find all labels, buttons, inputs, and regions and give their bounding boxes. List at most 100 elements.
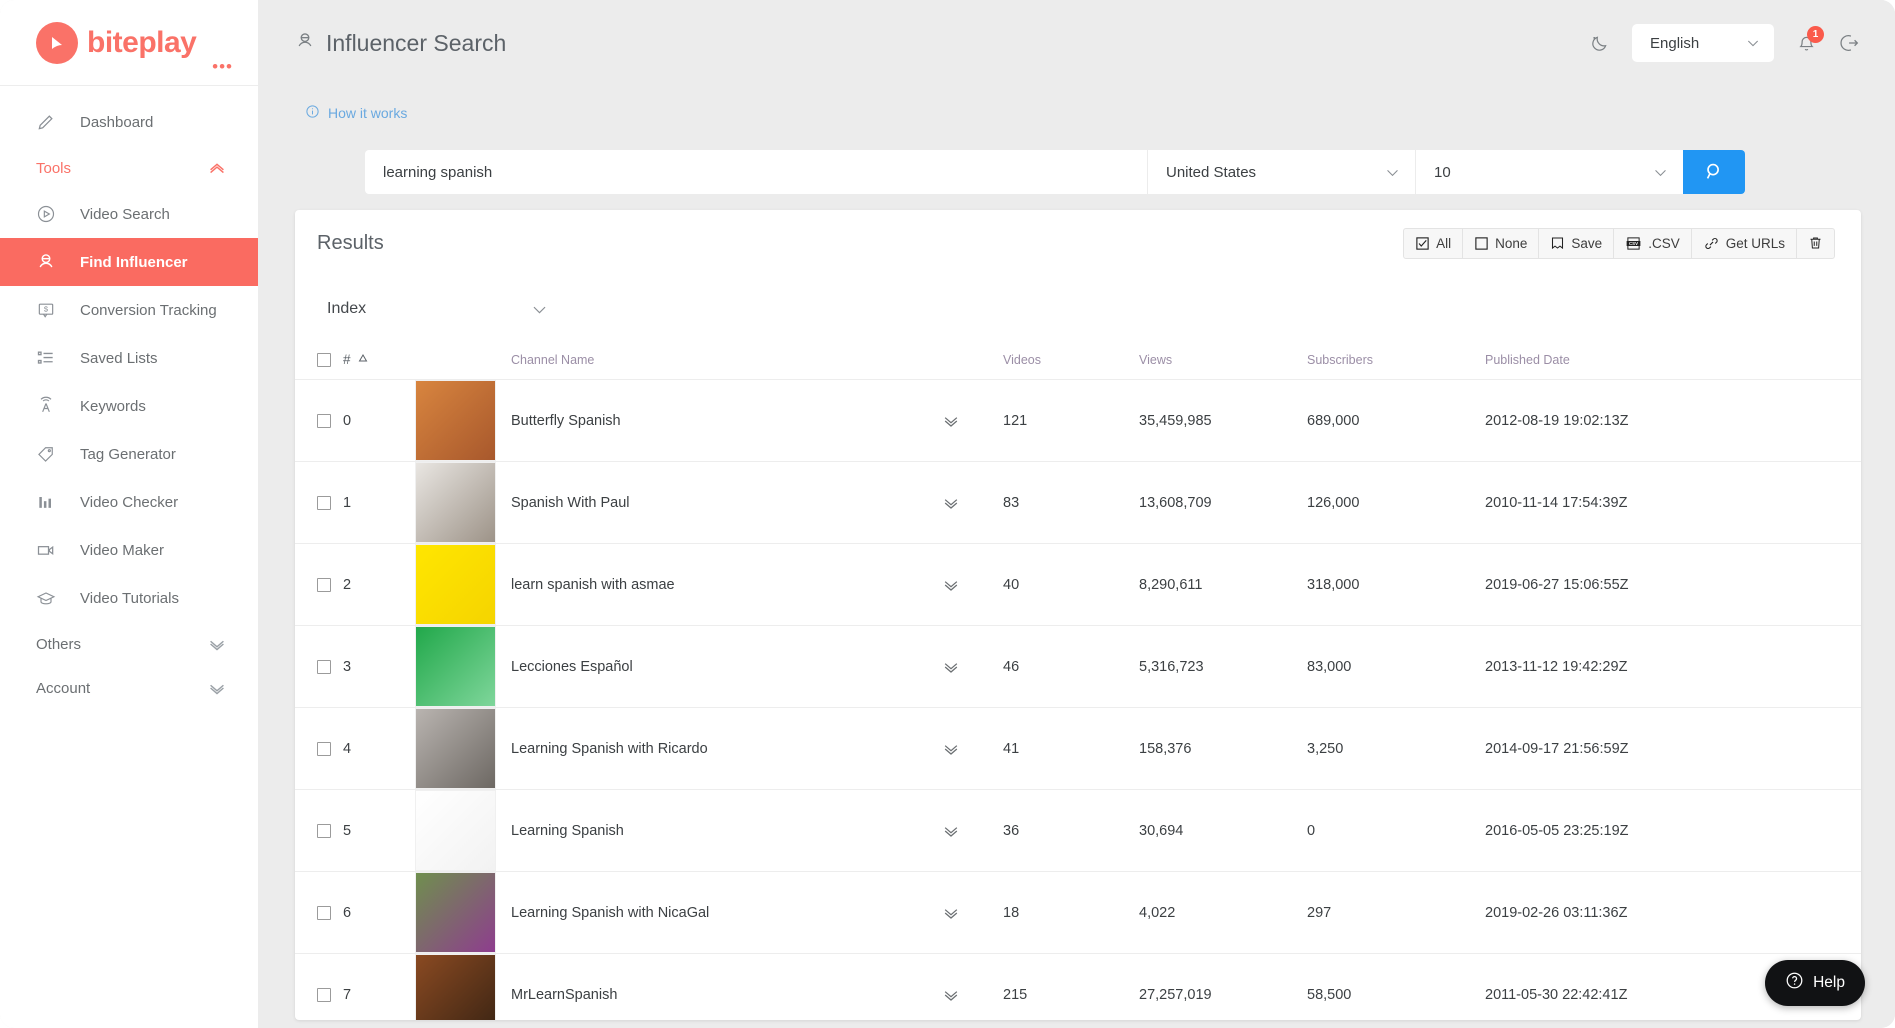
col-subscribers[interactable]: Subscribers bbox=[1307, 342, 1485, 380]
row-published-date: 2016-05-05 23:25:19Z bbox=[1485, 790, 1861, 872]
channel-thumbnail[interactable] bbox=[415, 626, 496, 707]
get-urls-button[interactable]: Get URLs bbox=[1691, 228, 1797, 259]
row-checkbox[interactable] bbox=[317, 906, 331, 920]
row-thumbnail-cell bbox=[415, 872, 511, 954]
row-checkbox[interactable] bbox=[317, 742, 331, 756]
sidebar-item-dashboard[interactable]: Dashboard bbox=[0, 98, 258, 146]
row-channel-name[interactable]: learn spanish with asmae bbox=[511, 544, 941, 626]
table-row[interactable]: 1Spanish With Paul8313,608,709126,000201… bbox=[295, 462, 1861, 544]
channel-thumbnail[interactable] bbox=[415, 954, 496, 1020]
select-all-checkbox[interactable] bbox=[317, 353, 331, 367]
chevron-double-down-icon[interactable] bbox=[941, 411, 1003, 431]
moon-icon[interactable] bbox=[1589, 33, 1610, 54]
table-row[interactable]: 6Learning Spanish with NicaGal184,022297… bbox=[295, 872, 1861, 954]
result-count-select[interactable]: 10 bbox=[1415, 150, 1683, 194]
row-thumbnail-cell bbox=[415, 954, 511, 1021]
search-button[interactable] bbox=[1683, 150, 1745, 194]
row-checkbox[interactable] bbox=[317, 578, 331, 592]
sidebar-item-label: Saved Lists bbox=[80, 350, 158, 367]
sidebar-group-label: Tools bbox=[36, 160, 71, 177]
delete-button[interactable] bbox=[1796, 228, 1835, 259]
help-widget[interactable]: Help bbox=[1765, 960, 1865, 1006]
sidebar-item-saved-lists[interactable]: Saved Lists bbox=[0, 334, 258, 382]
sidebar-item-find-influencer[interactable]: Find Influencer bbox=[0, 238, 258, 286]
chevron-double-down-icon[interactable] bbox=[941, 985, 1003, 1005]
col-videos[interactable]: Videos bbox=[1003, 342, 1139, 380]
chevron-up-icon bbox=[206, 157, 228, 179]
table-row[interactable]: 4Learning Spanish with Ricardo41158,3763… bbox=[295, 708, 1861, 790]
row-published-date: 2014-09-17 21:56:59Z bbox=[1485, 708, 1861, 790]
sidebar-group-account[interactable]: Account bbox=[0, 666, 258, 710]
row-published-date: 2010-11-14 17:54:39Z bbox=[1485, 462, 1861, 544]
chevron-double-down-icon[interactable] bbox=[941, 575, 1003, 595]
channel-thumbnail[interactable] bbox=[415, 872, 496, 953]
sidebar-item-video-checker[interactable]: Video Checker bbox=[0, 478, 258, 526]
logout-icon[interactable] bbox=[1839, 32, 1861, 54]
col-views[interactable]: Views bbox=[1139, 342, 1307, 380]
broadcast-icon bbox=[36, 396, 62, 416]
table-row[interactable]: 2learn spanish with asmae408,290,611318,… bbox=[295, 544, 1861, 626]
row-channel-name[interactable]: Learning Spanish with Ricardo bbox=[511, 708, 941, 790]
row-checkbox[interactable] bbox=[317, 660, 331, 674]
table-row[interactable]: 3Lecciones Español465,316,72383,0002013-… bbox=[295, 626, 1861, 708]
row-channel-name[interactable]: Learning Spanish bbox=[511, 790, 941, 872]
chevron-down-icon bbox=[530, 300, 549, 319]
country-select[interactable]: United States bbox=[1147, 150, 1415, 194]
row-channel-name[interactable]: MrLearnSpanish bbox=[511, 954, 941, 1021]
row-videos: 46 bbox=[1003, 626, 1139, 708]
table-row[interactable]: 7MrLearnSpanish21527,257,01958,5002011-0… bbox=[295, 954, 1861, 1021]
channel-thumbnail[interactable] bbox=[415, 462, 496, 543]
table-row[interactable]: 5Learning Spanish3630,69402016-05-05 23:… bbox=[295, 790, 1861, 872]
chevron-double-down-icon[interactable] bbox=[941, 739, 1003, 759]
search-icon bbox=[1703, 160, 1725, 185]
sidebar-item-video-maker[interactable]: Video Maker bbox=[0, 526, 258, 574]
select-none-button[interactable]: None bbox=[1462, 228, 1539, 259]
sidebar-group-others[interactable]: Others bbox=[0, 622, 258, 666]
col-num[interactable]: # bbox=[343, 342, 415, 380]
row-channel-name[interactable]: Butterfly Spanish bbox=[511, 380, 941, 462]
row-channel-name[interactable]: Spanish With Paul bbox=[511, 462, 941, 544]
sidebar-item-keywords[interactable]: Keywords bbox=[0, 382, 258, 430]
row-videos: 36 bbox=[1003, 790, 1139, 872]
channel-thumbnail[interactable] bbox=[415, 708, 496, 789]
sidebar-item-label: Conversion Tracking bbox=[80, 302, 217, 319]
topbar-actions: English 1 bbox=[1589, 24, 1861, 62]
row-checkbox[interactable] bbox=[317, 414, 331, 428]
row-subscribers: 3,250 bbox=[1307, 708, 1485, 790]
chevron-double-down-icon[interactable] bbox=[941, 493, 1003, 513]
save-button[interactable]: Save bbox=[1538, 228, 1614, 259]
col-published-date[interactable]: Published Date bbox=[1485, 342, 1861, 380]
channel-thumbnail[interactable] bbox=[415, 380, 496, 461]
chevron-double-down-icon[interactable] bbox=[941, 903, 1003, 923]
row-expand-cell bbox=[941, 790, 1003, 872]
row-channel-name[interactable]: Lecciones Español bbox=[511, 626, 941, 708]
language-select[interactable]: English bbox=[1632, 24, 1774, 62]
chevron-down-icon bbox=[1652, 164, 1669, 181]
index-select[interactable]: Index bbox=[327, 300, 549, 319]
col-channel-name[interactable]: Channel Name bbox=[511, 342, 941, 380]
select-all-button[interactable]: All bbox=[1403, 228, 1463, 259]
chevron-double-down-icon[interactable] bbox=[941, 657, 1003, 677]
results-title: Results bbox=[317, 232, 384, 255]
channel-thumbnail[interactable] bbox=[415, 790, 496, 871]
sidebar-item-conversion-tracking[interactable]: $ Conversion Tracking bbox=[0, 286, 258, 334]
row-checkbox[interactable] bbox=[317, 824, 331, 838]
how-it-works-link[interactable]: How it works bbox=[295, 86, 1861, 136]
notifications-button[interactable]: 1 bbox=[1796, 33, 1817, 54]
search-input[interactable] bbox=[365, 150, 1147, 194]
row-select-cell bbox=[295, 380, 343, 462]
row-checkbox[interactable] bbox=[317, 496, 331, 510]
sidebar-item-video-tutorials[interactable]: Video Tutorials bbox=[0, 574, 258, 622]
sidebar-group-tools[interactable]: Tools bbox=[0, 146, 258, 190]
sidebar-item-tag-generator[interactable]: Tag Generator bbox=[0, 430, 258, 478]
channel-thumbnail[interactable] bbox=[415, 544, 496, 625]
sidebar-item-video-search[interactable]: Video Search bbox=[0, 190, 258, 238]
export-csv-button[interactable]: CSV .CSV bbox=[1613, 228, 1692, 259]
results-card: Results All None bbox=[295, 210, 1861, 1020]
chevron-double-down-icon[interactable] bbox=[941, 821, 1003, 841]
brand-logo[interactable]: biteplay ••• bbox=[0, 0, 258, 86]
row-checkbox[interactable] bbox=[317, 988, 331, 1002]
row-channel-name[interactable]: Learning Spanish with NicaGal bbox=[511, 872, 941, 954]
table-row[interactable]: 0Butterfly Spanish12135,459,985689,00020… bbox=[295, 380, 1861, 462]
brand-dots-icon[interactable]: ••• bbox=[212, 58, 233, 75]
